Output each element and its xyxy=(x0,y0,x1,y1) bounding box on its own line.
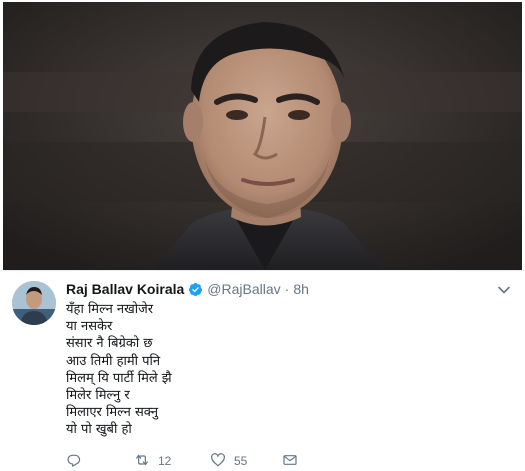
header-photo xyxy=(3,2,522,270)
tweet-card[interactable]: Raj Ballav Koirala @RajBallav · 8h यँहा … xyxy=(0,270,525,471)
tweet-line: मिलेर मिल्नु र xyxy=(66,388,130,404)
tweet-line: आउ तिमी हामी पनि xyxy=(66,353,161,369)
direct-message-button[interactable] xyxy=(282,452,298,471)
envelope-icon xyxy=(282,452,298,471)
avatar[interactable] xyxy=(12,281,56,325)
chevron-down-icon[interactable] xyxy=(497,283,511,297)
tweet-line: संसार नै बिग्रेको छ xyxy=(66,336,153,352)
retweet-count: 12 xyxy=(158,454,172,468)
reply-icon xyxy=(66,452,82,471)
portrait-image xyxy=(3,2,522,270)
tweet-line: या नसकेर xyxy=(66,319,113,335)
retweet-icon xyxy=(134,452,150,471)
tweet-header: Raj Ballav Koirala @RajBallav · 8h xyxy=(66,279,309,299)
reply-button[interactable] xyxy=(66,452,134,471)
heart-icon xyxy=(210,452,226,471)
avatar-image xyxy=(12,281,56,325)
tweet-actions: 12 55 xyxy=(66,451,297,471)
tweet-line: मिलम् यि पार्टी मिले झै xyxy=(66,370,172,386)
author-name[interactable]: Raj Ballav Koirala xyxy=(66,281,184,297)
tweet-text: यँहा मिल्न नखोजेर या नसकेर संसार नै बिग्… xyxy=(66,301,486,439)
tweet-timestamp[interactable]: 8h xyxy=(293,281,309,297)
verified-badge-icon xyxy=(188,282,203,297)
author-handle[interactable]: @RajBallav xyxy=(207,281,280,297)
retweet-button[interactable]: 12 xyxy=(134,452,171,471)
tweet-line: यो पो खुबी हो xyxy=(66,422,132,438)
like-button[interactable]: 55 xyxy=(210,452,247,471)
tweet-line: मिलाएर मिल्न सक्नु xyxy=(66,405,159,421)
separator-dot: · xyxy=(284,281,290,297)
tweet-line: यँहा मिल्न नखोजेर xyxy=(66,302,154,317)
like-count: 55 xyxy=(234,454,248,468)
